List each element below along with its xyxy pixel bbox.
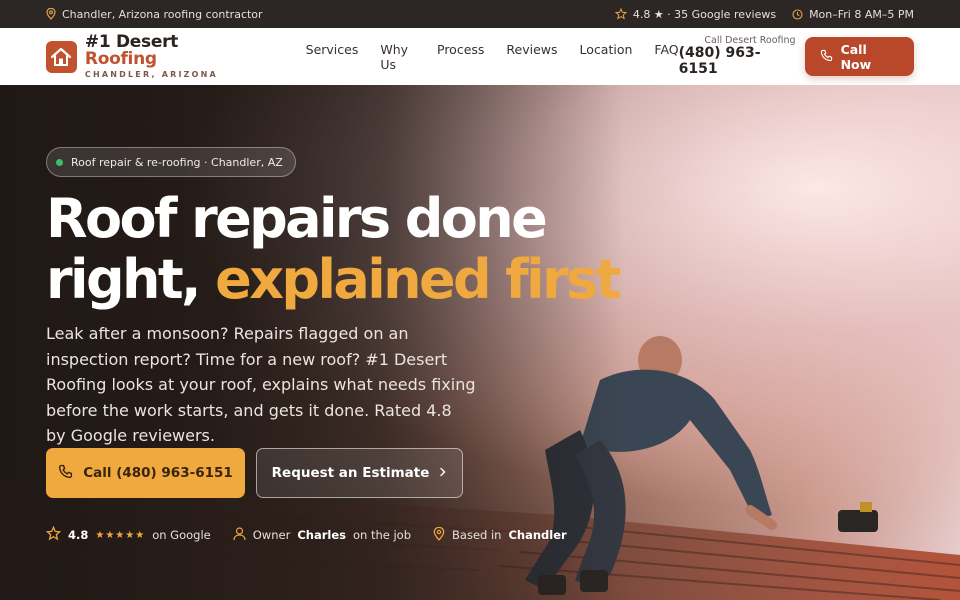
phone-icon <box>58 464 73 483</box>
brand-accent: Roofing <box>84 49 157 69</box>
nav-reviews[interactable]: Reviews <box>506 42 557 72</box>
trust-rating-suffix: on Google <box>152 528 211 542</box>
request-estimate-button[interactable]: Request an Estimate <box>256 448 463 498</box>
nav-process[interactable]: Process <box>437 42 484 72</box>
headline-line-1: Roof repairs done <box>46 187 548 250</box>
headline-line-2-plain: right, <box>46 248 216 311</box>
topbar-location-text: Chandler, Arizona roofing contractor <box>62 7 263 21</box>
map-pin-icon <box>433 526 445 544</box>
logo-text: #1 Desert Roofing CHANDLER, ARIZONA <box>85 34 250 79</box>
trust-base: Based in Chandler <box>433 526 567 544</box>
header-phone[interactable]: Call Desert Roofing (480) 963-6151 <box>678 35 796 77</box>
hero-section: Roof repair & re-roofing · Chandler, AZ … <box>0 85 960 600</box>
service-badge-text: Roof repair & re-roofing · Chandler, AZ <box>71 155 283 169</box>
trust-rating-value: 4.8 <box>68 528 89 542</box>
topbar-right: 4.8 ★ · 35 Google reviews Mon–Fri 8 AM–5… <box>614 7 914 21</box>
star-icon <box>45 525 62 544</box>
nav-why-us[interactable]: Why Us <box>380 42 415 72</box>
headline-line-2-accent: explained first <box>215 248 621 311</box>
phone-icon <box>820 49 833 65</box>
trust-base-city: Chandler <box>508 528 567 542</box>
topbar-hours-text: Mon–Fri 8 AM–5 PM <box>809 7 914 21</box>
nav-faq[interactable]: FAQ <box>654 42 678 72</box>
chevron-right-icon <box>439 465 447 481</box>
trust-owner: Owner Charles on the job <box>233 526 412 544</box>
site-header: #1 Desert Roofing CHANDLER, ARIZONA Serv… <box>0 28 960 85</box>
hero-description: Leak after a monsoon? Repairs flagged on… <box>46 324 476 445</box>
call-now-label: Call Now <box>840 41 872 72</box>
topbar-hours: Mon–Fri 8 AM–5 PM <box>792 8 914 21</box>
top-bar: Chandler, Arizona roofing contractor 4.8… <box>0 0 960 28</box>
topbar-rating[interactable]: 4.8 ★ · 35 Google reviews <box>614 7 777 21</box>
brand-subtitle: CHANDLER, ARIZONA <box>84 70 218 79</box>
map-pin-icon <box>46 8 56 20</box>
trust-owner-name: Charles <box>297 528 346 542</box>
star-icon <box>614 8 627 20</box>
trust-rating: 4.8 ★★★★★ on Google <box>45 525 211 544</box>
request-estimate-label: Request an Estimate <box>271 465 430 481</box>
topbar-rating-text: 4.8 ★ · 35 Google reviews <box>632 7 777 21</box>
brand-name: #1 Desert Roofing <box>85 34 250 68</box>
trust-bar: 4.8 ★★★★★ on Google Owner Charles on the… <box>45 525 567 544</box>
logo[interactable]: #1 Desert Roofing CHANDLER, ARIZONA <box>46 34 250 79</box>
service-badge: Roof repair & re-roofing · Chandler, AZ <box>46 147 296 177</box>
call-phone-button[interactable]: Call (480) 963-6151 <box>46 448 245 498</box>
status-dot <box>56 158 63 166</box>
clock-icon <box>792 8 803 20</box>
main-nav: Services Why Us Process Reviews Location… <box>306 42 679 72</box>
rating-stars: ★★★★★ <box>95 529 146 541</box>
trust-owner-suffix: on the job <box>352 528 412 542</box>
trust-owner-prefix: Owner <box>252 528 291 542</box>
nav-location[interactable]: Location <box>580 42 633 72</box>
call-phone-label: Call (480) 963-6151 <box>83 465 233 481</box>
user-icon <box>233 526 246 544</box>
house-icon <box>46 40 77 73</box>
nav-services[interactable]: Services <box>306 42 359 72</box>
call-now-button[interactable]: Call Now <box>804 37 914 76</box>
trust-base-prefix: Based in <box>452 528 502 542</box>
hero-headline: Roof repairs done right, explained first <box>46 187 621 311</box>
topbar-location: Chandler, Arizona roofing contractor <box>46 8 263 21</box>
header-phone-number: (480) 963-6151 <box>678 45 761 77</box>
